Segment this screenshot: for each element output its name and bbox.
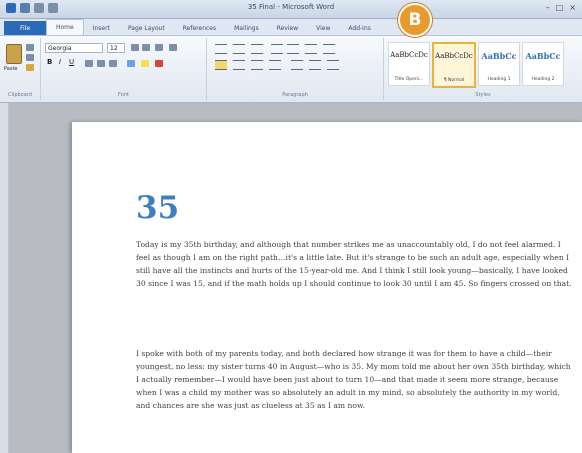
style-name: ¶ Normal: [443, 78, 465, 83]
show-formatting-icon[interactable]: [323, 44, 335, 54]
callout-badge: B: [398, 3, 432, 37]
style-heading-1[interactable]: AaBbCc Heading 1: [478, 42, 520, 86]
grow-font-icon[interactable]: [131, 44, 139, 51]
align-center-icon[interactable]: [233, 60, 245, 70]
style-title-opening[interactable]: AaBbCcDc Title Openi...: [388, 42, 430, 86]
font-group-label: Font: [118, 92, 129, 98]
tab-home[interactable]: Home: [46, 19, 84, 35]
title-bar: 35 Final - Microsoft Word – □ ×: [0, 0, 582, 19]
align-left-icon[interactable]: [215, 60, 227, 70]
increase-indent-icon[interactable]: [287, 44, 299, 54]
body-paragraph: I spoke with both of my parents today, a…: [136, 349, 571, 410]
superscript-icon[interactable]: [109, 60, 117, 67]
tab-view[interactable]: View: [307, 21, 339, 35]
paste-icon[interactable]: [6, 44, 22, 64]
decrease-indent-icon[interactable]: [271, 44, 283, 54]
maximize-button[interactable]: □: [556, 3, 564, 12]
paragraph-group-label: Paragraph: [282, 92, 308, 98]
styles-group-label: Styles: [475, 92, 491, 98]
clipboard-group: Paste Clipboard: [0, 38, 41, 100]
style-sample: AaBbCc: [525, 51, 561, 61]
multilevel-list-icon[interactable]: [251, 44, 263, 54]
bullets-icon[interactable]: [215, 44, 227, 54]
ribbon: Paste Clipboard Georgia 12 B I U Font Pa…: [0, 36, 582, 103]
underline-icon[interactable]: U: [69, 58, 74, 66]
clear-formatting-icon[interactable]: [169, 44, 177, 51]
sort-icon[interactable]: [305, 44, 317, 54]
style-name: Title Openi...: [394, 77, 424, 82]
font-size-field[interactable]: 12: [107, 43, 125, 53]
tab-mailings[interactable]: Mailings: [225, 21, 268, 35]
justify-icon[interactable]: [269, 60, 281, 70]
font-group: Georgia 12 B I U Font: [41, 38, 207, 100]
tab-review[interactable]: Review: [268, 21, 307, 35]
style-heading-2[interactable]: AaBbCc Heading 2: [522, 42, 564, 86]
copy-icon[interactable]: [26, 54, 34, 61]
format-painter-icon[interactable]: [26, 64, 34, 71]
change-case-icon[interactable]: [155, 44, 163, 51]
style-normal[interactable]: AaBbCcDc ¶ Normal: [432, 42, 476, 88]
style-sample: AaBbCc: [481, 51, 517, 61]
styles-group: AaBbCcDc Title Openi... AaBbCcDc ¶ Norma…: [384, 38, 582, 100]
strikethrough-icon[interactable]: [85, 60, 93, 67]
ribbon-tabs: File Home Insert Page Layout References …: [0, 19, 582, 36]
style-sample: AaBbCcDc: [435, 52, 473, 60]
tab-references[interactable]: References: [174, 21, 225, 35]
tab-add-ins[interactable]: Add-Ins: [339, 21, 379, 35]
subscript-icon[interactable]: [97, 60, 105, 67]
chapter-number: 35: [136, 190, 180, 226]
window-controls: – □ ×: [546, 3, 576, 12]
tab-insert[interactable]: Insert: [84, 21, 119, 35]
tab-page-layout[interactable]: Page Layout: [119, 21, 174, 35]
body-paragraph: Today is my 35th birthday, and although …: [136, 240, 572, 288]
window-title: 35 Final - Microsoft Word: [247, 3, 335, 11]
style-sample: AaBbCcDc: [390, 51, 428, 59]
font-name-field[interactable]: Georgia: [45, 43, 103, 53]
line-spacing-icon[interactable]: [291, 60, 303, 70]
cut-icon[interactable]: [26, 44, 34, 51]
italic-icon[interactable]: I: [59, 58, 61, 66]
style-name: Heading 2: [531, 77, 555, 82]
paste-button-label[interactable]: Paste: [4, 66, 18, 72]
tab-file[interactable]: File: [4, 21, 46, 35]
style-name: Heading 1: [487, 77, 511, 82]
numbering-icon[interactable]: [233, 44, 245, 54]
bold-icon[interactable]: B: [47, 58, 52, 66]
highlight-icon[interactable]: [141, 60, 149, 67]
close-button[interactable]: ×: [569, 3, 576, 12]
shrink-font-icon[interactable]: [142, 44, 150, 51]
minimize-button[interactable]: –: [546, 3, 550, 12]
clipboard-group-label: Clipboard: [8, 92, 32, 98]
font-color-icon[interactable]: [155, 60, 163, 67]
align-right-icon[interactable]: [251, 60, 263, 70]
text-effects-icon[interactable]: [127, 60, 135, 67]
vertical-ruler: [0, 103, 9, 453]
shading-icon[interactable]: [309, 60, 321, 70]
borders-icon[interactable]: [327, 60, 339, 70]
paragraph-group: Paragraph: [207, 38, 384, 100]
